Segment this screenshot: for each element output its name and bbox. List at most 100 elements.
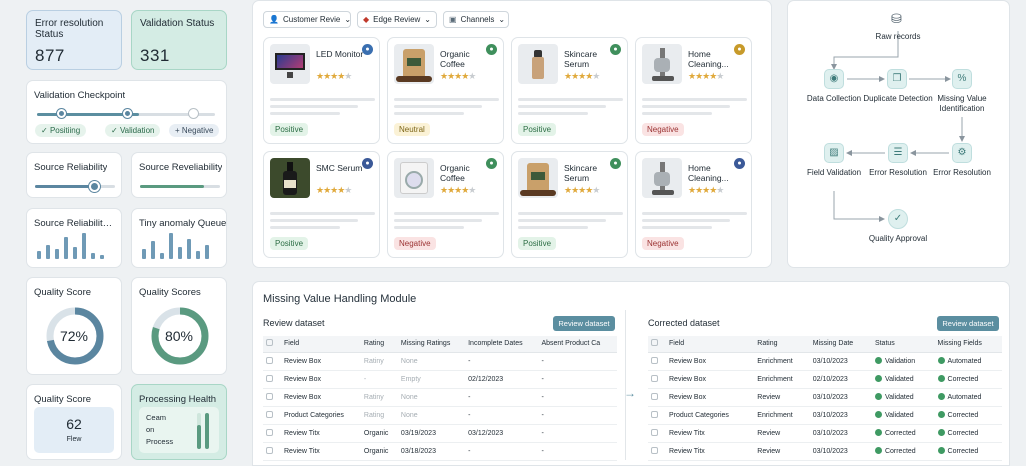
product-card[interactable]: Home Cleaning... ★★★★★ ● Negative — [635, 151, 752, 258]
cell-value: Enrichment — [757, 375, 793, 383]
table-row[interactable]: Product Categories Rating None - - — [263, 406, 617, 425]
copy-icon[interactable]: ❐ — [887, 69, 907, 89]
check-circle-icon[interactable]: ✓ — [888, 209, 908, 229]
table-row[interactable]: Review Box Review 03/10/2023 Validated Autom… — [648, 388, 1002, 407]
row-checkbox[interactable] — [263, 442, 281, 461]
star-rating: ★★★★★ — [688, 185, 724, 195]
checkpoint-node-1[interactable] — [57, 109, 66, 118]
table-cell: None — [397, 388, 466, 407]
review-dataset-title: Review dataset — [263, 318, 325, 328]
row-checkbox[interactable] — [648, 352, 666, 371]
row-checkbox[interactable] — [263, 388, 281, 407]
column-header[interactable]: Incomplete Dates — [465, 336, 539, 353]
product-card[interactable]: Skincare Serum ★★★★★ ● Positive — [511, 37, 628, 144]
review-dataset-button[interactable]: Review dataset — [553, 316, 615, 331]
sentiment-badge: Positive — [270, 237, 309, 250]
column-header[interactable]: Rating — [360, 336, 398, 353]
filter-edge-review[interactable]: ◆ Edge Review ⌄ — [357, 11, 437, 28]
row-checkbox[interactable] — [263, 406, 281, 425]
row-checkbox[interactable] — [263, 424, 281, 443]
bar — [91, 253, 95, 259]
table-cell: Review Titx — [281, 424, 361, 443]
list-icon[interactable]: ☰ — [888, 143, 908, 163]
column-header[interactable]: Missing Fields — [934, 336, 1002, 353]
table-row[interactable]: Review Box Ratiny None - - — [263, 352, 617, 371]
select-all-checkbox[interactable] — [263, 336, 281, 353]
bar — [187, 239, 191, 259]
star-rating: ★★★★★ — [440, 185, 476, 195]
product-card[interactable]: LED Monitor ★★★★★ ● Positive — [263, 37, 380, 144]
image-check-icon[interactable]: ▨ — [824, 143, 844, 163]
column-header[interactable]: Status — [871, 336, 935, 353]
table-cell: Validated — [871, 388, 935, 407]
table-cell: Automated — [934, 388, 1002, 407]
column-header[interactable]: Field — [281, 336, 361, 353]
product-card[interactable]: Organic Coffee ★★★★★ ● Negative — [387, 151, 504, 258]
corrected-dataset-title: Corrected dataset — [648, 318, 720, 328]
gear-icon[interactable]: ⚙ — [952, 143, 972, 163]
kpi-error-resolution[interactable]: Error resolution Status 877 — [26, 10, 122, 70]
star-rating: ★★★★★ — [564, 71, 600, 81]
flew-value: 62 — [66, 416, 82, 432]
table-cell: Empty — [397, 370, 466, 389]
percent-icon[interactable]: % — [952, 69, 972, 89]
processing-line: Ceam — [146, 413, 167, 422]
table-cell: Review Box — [281, 370, 361, 389]
pill-validation[interactable]: ✓ Validation — [105, 124, 161, 137]
kpi-value: 331 — [140, 46, 170, 65]
table-row[interactable]: Review Box - Empty 02/12/2023 - — [263, 370, 617, 389]
card-title: Source Reliability ... — [34, 218, 116, 229]
column-header[interactable]: Missing Ratings — [397, 336, 466, 353]
star-rating: ★★★★★ — [688, 71, 724, 81]
row-checkbox[interactable] — [648, 442, 666, 461]
product-card[interactable]: Home Cleaning... ★★★★★ ● Negative — [635, 37, 752, 144]
flow-label: Error Resolution — [869, 168, 927, 177]
product-card[interactable]: Organic Coffee ★★★★★ ● Neutral — [387, 37, 504, 144]
product-image — [518, 158, 558, 198]
row-checkbox[interactable] — [648, 388, 666, 407]
row-checkbox[interactable] — [648, 370, 666, 389]
reliability-fill — [35, 185, 95, 188]
sentiment-badge: Negative — [394, 237, 436, 250]
pill-negative[interactable]: + Negative — [169, 124, 220, 137]
row-checkbox[interactable] — [648, 406, 666, 425]
star-rating: ★★★★★ — [316, 71, 352, 81]
column-header[interactable]: Rating — [754, 336, 810, 353]
table-row[interactable]: Review Titx Review 03/10/2023 Corrected Corr… — [648, 442, 1002, 461]
table-row[interactable]: Review Box Enrichment 03/10/2023 Validation… — [648, 352, 1002, 371]
checkpoint-node-3[interactable] — [189, 109, 198, 118]
text-placeholder-line — [518, 212, 623, 215]
kpi-validation-status[interactable]: Validation Status 331 — [131, 10, 227, 70]
table-cell: Review Box — [281, 388, 361, 407]
row-checkbox[interactable] — [263, 352, 281, 371]
pill-positiing[interactable]: ✓ Positiing — [35, 124, 87, 137]
table-row[interactable]: Review Titx Review 03/10/2023 Corrected Corr… — [648, 424, 1002, 443]
product-card[interactable]: Skincare Serum ★★★★★ ● Positive — [511, 151, 628, 258]
row-checkbox[interactable] — [648, 424, 666, 443]
table-row[interactable]: Product Categories Enrichment 03/10/2023 Va… — [648, 406, 1002, 425]
filter-customer-review[interactable]: 👤 Customer Revie ⌄ — [263, 11, 351, 28]
product-name: Organic Coffee — [440, 49, 470, 69]
table-cell: 03/12/2023 — [465, 424, 539, 443]
table-row[interactable]: Review Titx Organic 03/19/2023 03/12/2023 - — [263, 424, 617, 443]
corrected-review-button[interactable]: Review dataset — [937, 316, 999, 331]
checkpoint-node-2[interactable] — [123, 109, 132, 118]
filter-channels[interactable]: ▣ Channels ⌄ — [443, 11, 509, 28]
table-row[interactable]: Review Titx Organic 03/18/2023 - - — [263, 442, 617, 461]
star-empty: ★ — [468, 71, 476, 81]
cell-value: Organic — [363, 429, 389, 437]
select-all-checkbox[interactable] — [648, 336, 666, 353]
column-header[interactable]: Absent Product Ca — [538, 336, 617, 353]
column-header[interactable]: Missing Date — [809, 336, 872, 353]
table-cell: Review Box — [666, 370, 755, 389]
row-checkbox[interactable] — [263, 370, 281, 389]
column-header[interactable]: Field — [666, 336, 755, 353]
product-card[interactable]: SMC Serum ★★★★★ ● Positive — [263, 151, 380, 258]
text-placeholder-line — [518, 219, 606, 222]
table-row[interactable]: Review Box Enrichment 02/10/2023 Validated C… — [648, 370, 1002, 389]
review-products-panel: 👤 Customer Revie ⌄ ◆ Edge Review ⌄ ▣ Channels… — [252, 0, 772, 268]
table-row[interactable]: Review Box Ratiny None - - — [263, 388, 617, 407]
eye-icon[interactable]: ◉ — [824, 69, 844, 89]
reliability-slider-handle[interactable] — [89, 181, 100, 192]
cell-value: - — [468, 393, 471, 401]
